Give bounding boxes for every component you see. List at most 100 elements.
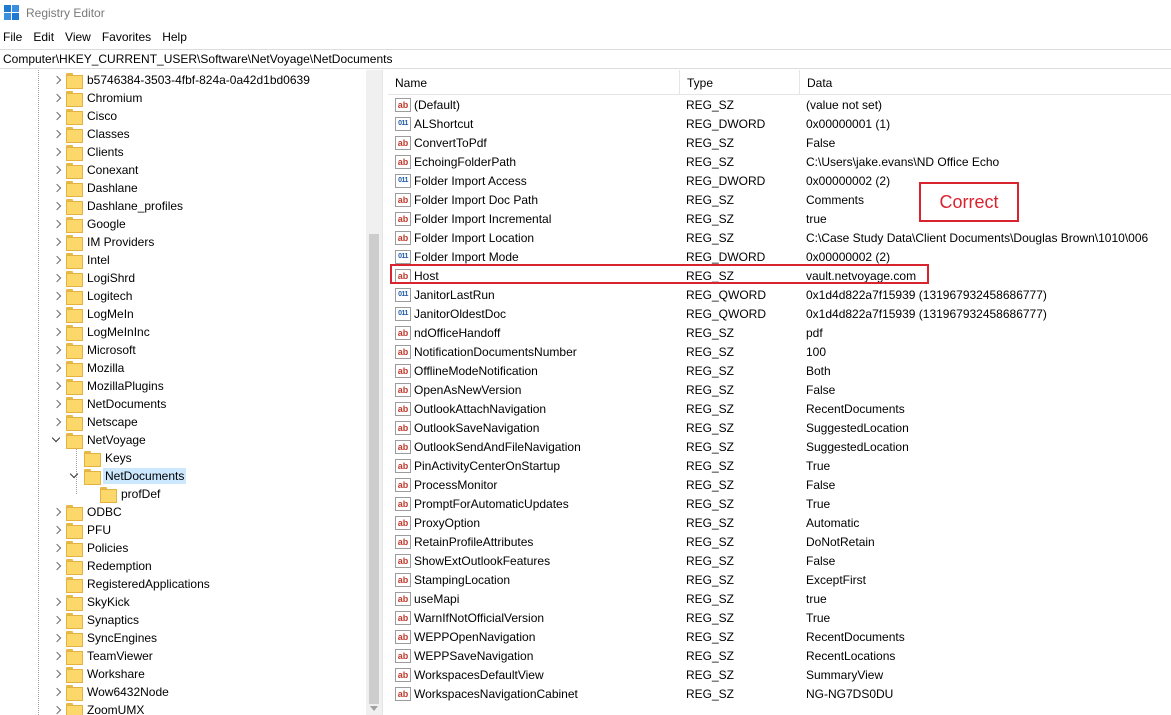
- tree-item[interactable]: Dashlane: [52, 179, 140, 197]
- registry-key-tree[interactable]: b5746384-3503-4fbf-824a-0a42d1bd0639 Chro…: [0, 70, 382, 715]
- tree-item[interactable]: LogMeIn: [52, 305, 136, 323]
- tree-item[interactable]: RegisteredApplications: [52, 575, 212, 593]
- chevron-right-icon[interactable]: [52, 323, 62, 341]
- menu-help[interactable]: Help: [158, 30, 191, 44]
- value-row[interactable]: ab WarnIfNotOfficialVersion REG_SZ True: [388, 608, 1171, 627]
- chevron-right-icon[interactable]: [52, 107, 62, 125]
- value-row[interactable]: ab EchoingFolderPath REG_SZ C:\Users\jake.e…: [388, 152, 1171, 171]
- value-row[interactable]: ab PinActivityCenterOnStartup REG_SZ True: [388, 456, 1171, 475]
- tree-item[interactable]: b5746384-3503-4fbf-824a-0a42d1bd0639: [52, 71, 312, 89]
- tree-item[interactable]: Clients: [52, 143, 126, 161]
- value-row[interactable]: ab ProxyOption REG_SZ Automatic: [388, 513, 1171, 532]
- tree-item[interactable]: Workshare: [52, 665, 147, 683]
- chevron-right-icon[interactable]: [52, 539, 62, 557]
- chevron-right-icon[interactable]: [52, 359, 62, 377]
- chevron-right-icon[interactable]: [52, 215, 62, 233]
- value-row[interactable]: ab Folder Import Location REG_SZ C:\Case St…: [388, 228, 1171, 247]
- tree-item[interactable]: MozillaPlugins: [52, 377, 166, 395]
- value-row[interactable]: ab WorkspacesNavigationCabinet REG_SZ NG-NG…: [388, 684, 1171, 703]
- tree-item[interactable]: Mozilla: [52, 359, 126, 377]
- chevron-right-icon[interactable]: [52, 629, 62, 647]
- tree-item[interactable]: LogMeInInc: [52, 323, 152, 341]
- tree-scrollbar-thumb[interactable]: [369, 234, 379, 704]
- tree-item[interactable]: SyncEngines: [52, 629, 159, 647]
- value-row[interactable]: 011 Folder Import Access REG_DWORD 0x000000…: [388, 171, 1171, 190]
- chevron-right-icon[interactable]: [52, 125, 62, 143]
- tree-item[interactable]: Keys: [70, 449, 134, 467]
- tree-item[interactable]: Dashlane_profiles: [52, 197, 185, 215]
- chevron-right-icon[interactable]: [52, 665, 62, 683]
- registry-values-list[interactable]: Name Type Data ab (Default) REG_SZ (value n…: [388, 70, 1171, 715]
- tree-item[interactable]: Netscape: [52, 413, 140, 431]
- tree-item[interactable]: TeamViewer: [52, 647, 155, 665]
- value-row[interactable]: ab PromptForAutomaticUpdates REG_SZ True: [388, 494, 1171, 513]
- chevron-right-icon[interactable]: [52, 341, 62, 359]
- value-row[interactable]: ab OutlookAttachNavigation REG_SZ RecentDoc…: [388, 399, 1171, 418]
- menu-edit[interactable]: Edit: [29, 30, 58, 44]
- column-header-type[interactable]: Type: [680, 70, 800, 95]
- chevron-right-icon[interactable]: [52, 143, 62, 161]
- chevron-right-icon[interactable]: [52, 179, 62, 197]
- value-row[interactable]: ab OfflineModeNotification REG_SZ Both: [388, 361, 1171, 380]
- tree-item[interactable]: Intel: [52, 251, 112, 269]
- value-row[interactable]: ab OutlookSendAndFileNavigation REG_SZ Sugg…: [388, 437, 1171, 456]
- column-header-name[interactable]: Name: [388, 70, 680, 95]
- chevron-right-icon[interactable]: [52, 287, 62, 305]
- chevron-right-icon[interactable]: [52, 647, 62, 665]
- tree-item[interactable]: profDef: [86, 485, 162, 503]
- value-row[interactable]: ab ndOfficeHandoff REG_SZ pdf: [388, 323, 1171, 342]
- tree-item[interactable]: ZoomUMX: [52, 701, 146, 715]
- chevron-right-icon[interactable]: [52, 557, 62, 575]
- value-row[interactable]: ab StampingLocation REG_SZ ExceptFirst: [388, 570, 1171, 589]
- chevron-right-icon[interactable]: [52, 413, 62, 431]
- tree-item[interactable]: IM Providers: [52, 233, 156, 251]
- tree-item[interactable]: SkyKick: [52, 593, 132, 611]
- chevron-right-icon[interactable]: [52, 593, 62, 611]
- value-row[interactable]: 011 JanitorLastRun REG_QWORD 0x1d4d822a7f15…: [388, 285, 1171, 304]
- chevron-right-icon[interactable]: [52, 503, 62, 521]
- tree-item[interactable]: Chromium: [52, 89, 144, 107]
- value-row[interactable]: ab OpenAsNewVersion REG_SZ False: [388, 380, 1171, 399]
- value-row[interactable]: ab ShowExtOutlookFeatures REG_SZ False: [388, 551, 1171, 570]
- tree-item[interactable]: Conexant: [52, 161, 140, 179]
- column-header-data[interactable]: Data: [800, 70, 1171, 95]
- chevron-right-icon[interactable]: [52, 521, 62, 539]
- chevron-right-icon[interactable]: [52, 395, 62, 413]
- tree-item[interactable]: Redemption: [52, 557, 154, 575]
- tree-item[interactable]: NetVoyage: [52, 431, 148, 449]
- value-row[interactable]: ab WEPPSaveNavigation REG_SZ RecentLocation…: [388, 646, 1171, 665]
- value-row[interactable]: ab Folder Import Doc Path REG_SZ Comments: [388, 190, 1171, 209]
- tree-scrollbar[interactable]: [366, 70, 382, 715]
- chevron-right-icon[interactable]: [52, 611, 62, 629]
- tree-item[interactable]: Microsoft: [52, 341, 138, 359]
- tree-item[interactable]: Wow6432Node: [52, 683, 171, 701]
- chevron-right-icon[interactable]: [52, 683, 62, 701]
- value-row[interactable]: ab RetainProfileAttributes REG_SZ DoNotReta…: [388, 532, 1171, 551]
- value-row[interactable]: ab NotificationDocumentsNumber REG_SZ 100: [388, 342, 1171, 361]
- chevron-right-icon[interactable]: [52, 251, 62, 269]
- tree-item[interactable]: Cisco: [52, 107, 119, 125]
- value-row[interactable]: 011 JanitorOldestDoc REG_QWORD 0x1d4d822a7f…: [388, 304, 1171, 323]
- value-row[interactable]: ab (Default) REG_SZ (value not set): [388, 95, 1171, 114]
- address-bar[interactable]: Computer\HKEY_CURRENT_USER\Software\NetV…: [0, 49, 1171, 69]
- menu-view[interactable]: View: [61, 30, 95, 44]
- tree-item[interactable]: Logitech: [52, 287, 134, 305]
- chevron-down-icon[interactable]: [70, 467, 80, 485]
- chevron-right-icon[interactable]: [52, 701, 62, 715]
- chevron-right-icon[interactable]: [52, 161, 62, 179]
- menu-file[interactable]: File: [0, 30, 26, 44]
- value-row[interactable]: ab WEPPOpenNavigation REG_SZ RecentDocument…: [388, 627, 1171, 646]
- chevron-down-icon[interactable]: [52, 431, 62, 449]
- value-row[interactable]: ab Folder Import Incremental REG_SZ true: [388, 209, 1171, 228]
- tree-item[interactable]: Synaptics: [52, 611, 141, 629]
- tree-item[interactable]: PFU: [52, 521, 113, 539]
- value-row[interactable]: ab ProcessMonitor REG_SZ False: [388, 475, 1171, 494]
- tree-item[interactable]: Policies: [52, 539, 130, 557]
- value-row[interactable]: ab useMapi REG_SZ true: [388, 589, 1171, 608]
- scroll-down-arrow-icon[interactable]: [370, 706, 378, 711]
- chevron-right-icon[interactable]: [52, 197, 62, 215]
- value-row[interactable]: ab WorkspacesDefaultView REG_SZ SummaryView: [388, 665, 1171, 684]
- chevron-right-icon[interactable]: [52, 71, 62, 89]
- menu-favorites[interactable]: Favorites: [98, 30, 155, 44]
- value-row[interactable]: ab OutlookSaveNavigation REG_SZ SuggestedLo…: [388, 418, 1171, 437]
